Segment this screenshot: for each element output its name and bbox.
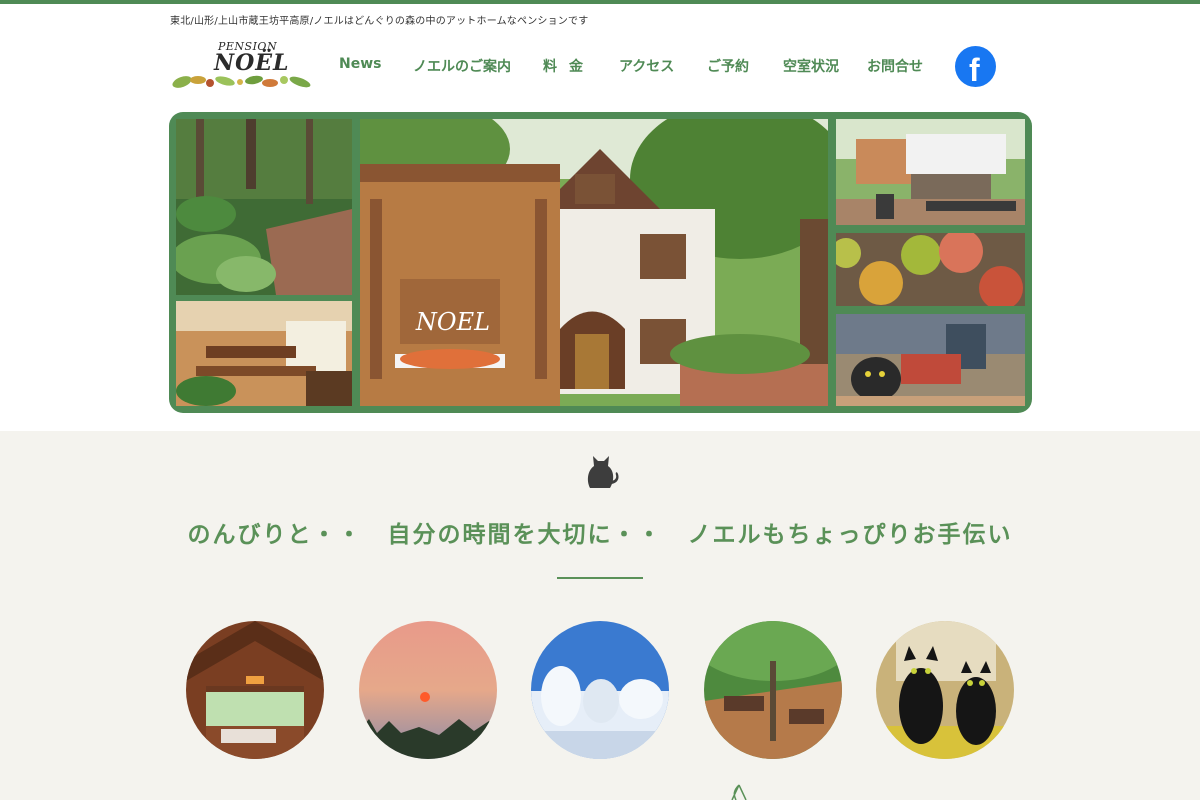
circle-photo-black-cats[interactable] (876, 621, 1014, 759)
photo-apples (836, 233, 1025, 306)
tree-icon (731, 784, 747, 800)
photo-terrace (836, 119, 1025, 225)
headline-divider (557, 577, 643, 579)
photo-forest-garden (176, 119, 352, 295)
site-tagline: 東北/山形/上山市蔵王坊平高原/ノエルはどんぐりの森の中のアットホームなペンショ… (170, 16, 589, 27)
nav-price[interactable]: 料金 (543, 56, 595, 76)
nav-reservation[interactable]: ご予約 (707, 56, 749, 76)
nav-contact[interactable]: お問合せ (867, 56, 923, 76)
hero-photo-collage: NOEL (169, 112, 1032, 413)
nav-access[interactable]: アクセス (619, 56, 674, 76)
logo-leaves-icon (172, 75, 311, 88)
circle-photo-restaurant[interactable] (186, 621, 324, 759)
cat-icon (587, 456, 619, 488)
section-headline: のんびりと・・ 自分の時間を大切に・・ ノエルもちょっぴりお手伝い (187, 522, 1013, 548)
site-logo[interactable]: PENSION NOËL (170, 36, 318, 92)
circle-photo-terrace[interactable] (704, 621, 842, 759)
top-accent-bar (0, 0, 1200, 4)
photo-autumn-decor (836, 314, 1025, 406)
photo-dining-room (176, 301, 352, 406)
hero-sign-text: NOEL (415, 308, 491, 336)
nav-news[interactable]: News (339, 56, 381, 72)
facebook-icon[interactable]: f (955, 46, 996, 88)
nav-vacancy[interactable]: 空室状況 (783, 56, 839, 76)
circle-photo-snow-monsters[interactable] (531, 621, 669, 759)
photo-pension-building: NOEL (360, 119, 828, 406)
nav-guide[interactable]: ノエルのご案内 (413, 56, 511, 76)
circle-photo-sunset[interactable] (359, 621, 497, 759)
